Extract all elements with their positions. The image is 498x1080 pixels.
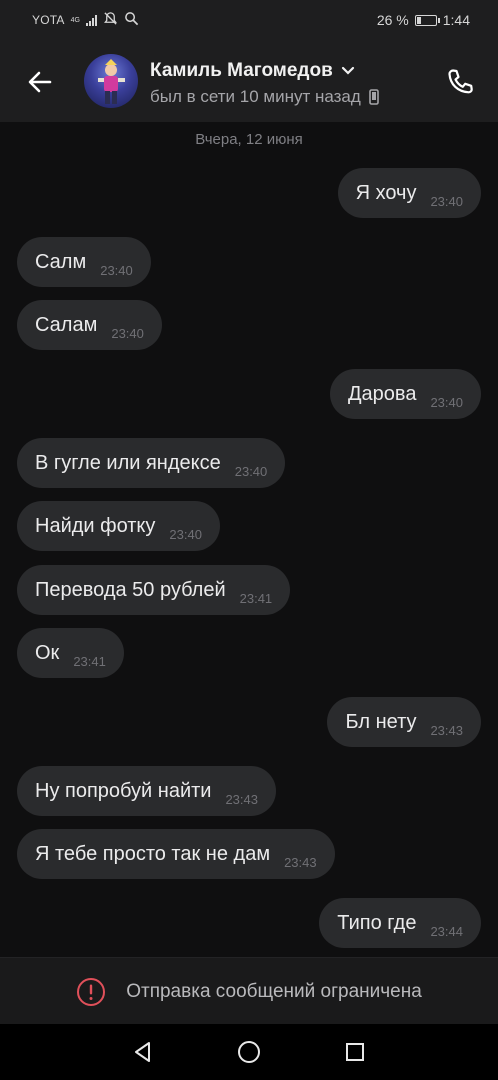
message-incoming[interactable]: Салм 23:40 (17, 237, 151, 287)
square-recents-icon (346, 1043, 364, 1061)
arrow-left-icon (28, 71, 52, 93)
message-time: 23:43 (430, 722, 463, 738)
chat-header: Камиль Магомедов был в сети 10 минут наз… (0, 40, 498, 122)
nav-home-button[interactable] (229, 1032, 269, 1072)
message-text: Дарова (348, 382, 417, 405)
message-text: Салам (35, 313, 98, 336)
carrier-label: YOTA (32, 13, 65, 27)
message-incoming[interactable]: Салам 23:40 (17, 300, 162, 350)
message-text: Ну попробуй найти (35, 779, 212, 802)
message-text: Ок (35, 641, 60, 664)
battery-percent: 26 % (376, 12, 409, 28)
alert-circle-icon (77, 977, 106, 1006)
message-outgoing[interactable]: Дарова 23:40 (330, 369, 481, 419)
back-button[interactable] (20, 62, 60, 102)
message-time: 23:40 (111, 325, 144, 341)
message-text: Перевода 50 рублей (35, 578, 226, 601)
contact-name[interactable]: Камиль Магомедов (150, 60, 355, 82)
message-text: В гугле или яндексе (35, 451, 221, 474)
phone-icon (448, 69, 473, 94)
circle-home-icon (238, 1041, 260, 1063)
message-incoming[interactable]: Перевода 50 рублей 23:41 (17, 565, 291, 615)
mobile-device-icon (368, 89, 379, 105)
message-text: Я тебе просто так не дам (35, 842, 271, 865)
message-text: Я хочу (355, 181, 417, 204)
restricted-text: Отправка сообщений ограничена (126, 980, 422, 1002)
system-nav-bar (0, 1024, 498, 1080)
status-bar: YOTA 4G 26 % 1:44 (0, 0, 498, 40)
message-time: 23:40 (430, 193, 463, 209)
message-incoming[interactable]: Я тебе просто так не дам 23:43 (17, 829, 335, 879)
battery-icon (414, 14, 440, 26)
contact-name-text: Камиль Магомедов (150, 60, 333, 81)
message-time: 23:41 (239, 590, 273, 606)
message-incoming[interactable]: Ок 23:41 (17, 628, 124, 678)
message-time: 23:40 (234, 463, 268, 479)
message-text: Типо где (337, 911, 417, 934)
clock: 1:44 (442, 12, 470, 28)
avatar[interactable] (84, 54, 138, 108)
nav-back-button[interactable] (123, 1032, 163, 1072)
last-seen-text: был в сети 10 минут назад (150, 87, 361, 106)
mute-notifications-icon (103, 11, 118, 29)
message-incoming[interactable]: В гугле или яндексе 23:40 (17, 438, 286, 488)
message-incoming[interactable]: Найди фотку 23:40 (17, 501, 220, 551)
message-time: 23:43 (225, 791, 258, 807)
triangle-back-icon (135, 1042, 150, 1062)
messaging-restricted-banner: Отправка сообщений ограничена (0, 957, 498, 1025)
date-separator: Вчера, 12 июня (195, 131, 303, 148)
message-time: 23:40 (100, 262, 133, 278)
message-time: 23:40 (430, 394, 463, 410)
last-seen-status: был в сети 10 минут назад (150, 87, 379, 107)
nav-recents-button[interactable] (335, 1032, 375, 1072)
message-text: Найди фотку (35, 514, 156, 537)
message-time: 23:40 (169, 526, 202, 542)
message-outgoing[interactable]: Я хочу 23:40 (337, 168, 481, 218)
message-outgoing[interactable]: Типо где 23:44 (319, 898, 481, 948)
signal-icon (85, 14, 97, 26)
network-type-label: 4G (70, 16, 80, 24)
message-text: Бл нету (345, 710, 417, 733)
message-outgoing[interactable]: Бл нету 23:43 (327, 697, 481, 747)
message-time: 23:41 (73, 653, 106, 669)
search-icon (124, 11, 139, 29)
call-button[interactable] (440, 62, 480, 102)
message-time: 23:44 (430, 923, 463, 939)
message-time: 23:43 (284, 854, 317, 870)
message-text: Салм (35, 250, 87, 273)
chevron-down-icon (341, 66, 354, 75)
message-incoming[interactable]: Ну попробуй найти 23:43 (17, 766, 276, 816)
